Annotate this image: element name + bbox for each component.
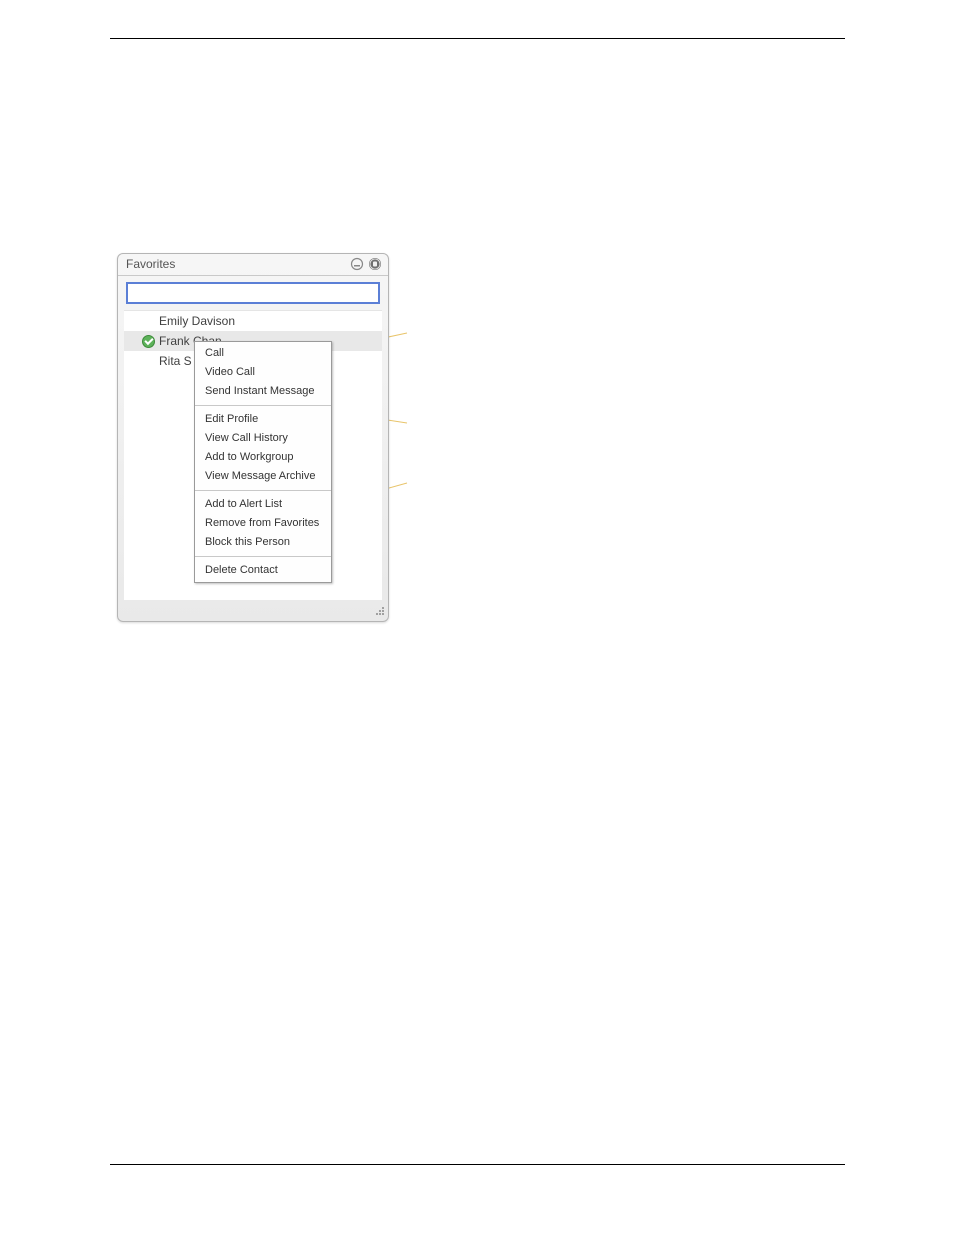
menu-item-delete-contact[interactable]: Delete Contact bbox=[195, 561, 331, 580]
menu-item-remove-favorites[interactable]: Remove from Favorites bbox=[195, 514, 331, 533]
menu-item-block-person[interactable]: Block this Person bbox=[195, 533, 331, 552]
menu-group: Delete Contact bbox=[195, 559, 331, 582]
menu-item-add-alert-list[interactable]: Add to Alert List bbox=[195, 495, 331, 514]
panel-title: Favorites bbox=[126, 257, 346, 271]
contact-context-menu: Call Video Call Send Instant Message Edi… bbox=[194, 341, 332, 583]
menu-item-view-call-history[interactable]: View Call History bbox=[195, 429, 331, 448]
close-panel-icon[interactable] bbox=[368, 257, 382, 271]
presence-online-icon bbox=[142, 335, 155, 348]
menu-group: Add to Alert List Remove from Favorites … bbox=[195, 493, 331, 554]
menu-item-edit-profile[interactable]: Edit Profile bbox=[195, 410, 331, 429]
menu-item-video-call[interactable]: Video Call bbox=[195, 363, 331, 382]
menu-item-call[interactable]: Call bbox=[195, 344, 331, 363]
panel-header: Favorites bbox=[118, 254, 388, 276]
menu-separator bbox=[195, 556, 331, 557]
menu-group: Call Video Call Send Instant Message bbox=[195, 342, 331, 403]
menu-separator bbox=[195, 490, 331, 491]
page-rule-top bbox=[110, 38, 845, 39]
contact-name: Emily Davison bbox=[159, 314, 235, 328]
contact-row[interactable]: Emily Davison bbox=[124, 311, 382, 331]
favorites-panel: Favorites Emily Davison Frank Chan bbox=[117, 253, 389, 622]
menu-item-send-im[interactable]: Send Instant Message bbox=[195, 382, 331, 401]
resize-grip-icon[interactable] bbox=[373, 606, 385, 618]
search-input[interactable] bbox=[126, 282, 380, 304]
menu-item-view-message-archive[interactable]: View Message Archive bbox=[195, 467, 331, 486]
menu-group: Edit Profile View Call History Add to Wo… bbox=[195, 408, 331, 488]
menu-separator bbox=[195, 405, 331, 406]
page-rule-bottom bbox=[110, 1164, 845, 1165]
search-wrap bbox=[118, 276, 388, 310]
minimize-icon[interactable] bbox=[350, 257, 364, 271]
menu-item-add-workgroup[interactable]: Add to Workgroup bbox=[195, 448, 331, 467]
contact-name: Rita S bbox=[159, 354, 192, 368]
